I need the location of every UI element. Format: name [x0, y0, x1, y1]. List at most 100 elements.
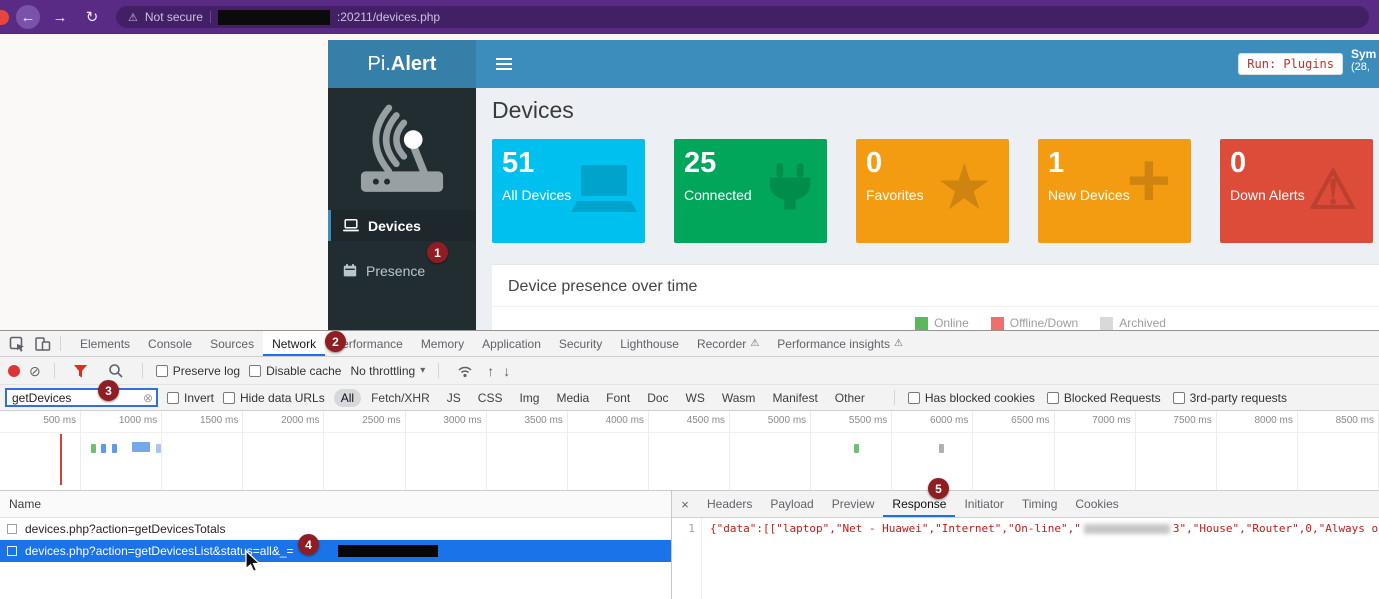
- filter-pill-fetch-xhr[interactable]: Fetch/XHR: [364, 389, 437, 407]
- filter-checkbox-blocked-requests[interactable]: Blocked Requests: [1047, 391, 1161, 405]
- devtools-tab-elements[interactable]: Elements: [71, 331, 139, 356]
- devtools-tabs: ElementsConsoleSourcesNetwork Performance…: [71, 331, 912, 356]
- timeline-activity-mark: [939, 444, 944, 453]
- app-navbar: Run: Plugins Sym (28,: [476, 40, 1379, 88]
- run-plugins-button[interactable]: Run: Plugins: [1238, 53, 1343, 75]
- invert-checkbox[interactable]: Invert: [167, 391, 214, 405]
- stat-card-new-devices[interactable]: 1 New Devices +: [1038, 139, 1191, 243]
- filter-pill-wasm[interactable]: Wasm: [715, 389, 763, 407]
- devtools-tab-security[interactable]: Security: [550, 331, 611, 356]
- timeline-activity-mark: [854, 444, 859, 453]
- sidebar-toggle-icon[interactable]: [496, 58, 512, 70]
- search-icon[interactable]: [103, 359, 129, 383]
- divider: [438, 363, 439, 378]
- legend-swatch: [1100, 317, 1113, 330]
- network-filter-input[interactable]: [12, 391, 143, 405]
- filter-pill-other[interactable]: Other: [828, 389, 872, 407]
- browser-toolbar: ← → ↻ ⚠ Not secure :20211/devices.php: [0, 0, 1379, 34]
- browser-back-button[interactable]: ←: [16, 5, 40, 29]
- devtools-tab-memory[interactable]: Memory: [412, 331, 473, 356]
- devtools-tab-performance-insights[interactable]: Performance insights⚠: [768, 331, 912, 356]
- checkbox-icon: [249, 365, 261, 377]
- request-type-icon: [7, 546, 17, 556]
- browser-reload-button[interactable]: ↻: [80, 5, 104, 29]
- sidebar-item-presence[interactable]: Presence: [328, 255, 476, 286]
- filter-pill-doc[interactable]: Doc: [640, 389, 675, 407]
- request-list-header: Name: [0, 491, 671, 518]
- inspect-element-icon[interactable]: [4, 332, 30, 356]
- router-icon: [346, 102, 458, 194]
- network-conditions-icon[interactable]: [452, 359, 478, 383]
- not-secure-icon: ⚠: [128, 11, 138, 24]
- timeline-activity-mark: [60, 434, 62, 485]
- timeline-gridline: 4000 ms: [568, 411, 649, 490]
- stat-card-connected[interactable]: 25 Connected: [674, 139, 827, 243]
- address-bar[interactable]: ⚠ Not secure :20211/devices.php: [116, 6, 1369, 28]
- details-tab-headers[interactable]: Headers: [698, 491, 761, 517]
- filter-pill-media[interactable]: Media: [549, 389, 596, 407]
- sidebar-item-devices[interactable]: Devices: [328, 210, 476, 241]
- network-overview-timeline[interactable]: 500 ms1000 ms1500 ms2000 ms2500 ms3000 m…: [0, 411, 1379, 491]
- name-column-header[interactable]: Name: [9, 497, 41, 511]
- details-tab-initiator[interactable]: Initiator: [955, 491, 1012, 517]
- timeline-activity-mark: [132, 442, 150, 452]
- stat-card-all-devices[interactable]: 51 All Devices: [492, 139, 645, 243]
- tab-label: Application: [482, 337, 541, 351]
- request-name: devices.php?action=getDevicesTotals: [25, 522, 225, 536]
- devtools-tab-sources[interactable]: Sources: [201, 331, 263, 356]
- filter-pill-img[interactable]: Img: [512, 389, 546, 407]
- tab-label: Recorder: [697, 337, 746, 351]
- details-tabs: HeadersPayloadPreviewResponseInitiatorTi…: [698, 491, 1128, 517]
- filter-pill-js[interactable]: JS: [440, 389, 468, 407]
- details-tab-timing[interactable]: Timing: [1013, 491, 1067, 517]
- filter-icon[interactable]: [68, 359, 94, 383]
- caret-down-icon: ▾: [420, 365, 425, 376]
- annotation-badge-4: 4: [298, 534, 319, 555]
- throttling-dropdown[interactable]: No throttling ▾: [350, 364, 425, 378]
- stat-card-down-alerts[interactable]: 0 Down Alerts ⚠: [1220, 139, 1373, 243]
- details-tab-payload[interactable]: Payload: [761, 491, 822, 517]
- details-tab-cookies[interactable]: Cookies: [1066, 491, 1127, 517]
- clear-icon[interactable]: ⊘: [29, 364, 41, 378]
- response-text[interactable]: {"data":[["laptop","Net - Huawei","Inter…: [702, 518, 1379, 599]
- device-toolbar-icon[interactable]: [30, 332, 56, 356]
- filter-checkbox-3rd-party-requests[interactable]: 3rd-party requests: [1173, 391, 1287, 405]
- devtools-tabbar: ElementsConsoleSourcesNetwork Performance…: [0, 331, 1379, 357]
- legend-label: Online: [934, 316, 969, 330]
- timeline-label: 6500 ms: [1011, 415, 1049, 426]
- browser-forward-button[interactable]: →: [48, 5, 72, 29]
- checkbox-label: 3rd-party requests: [1190, 391, 1287, 405]
- stat-card-favorites[interactable]: 0 Favorites ★: [856, 139, 1009, 243]
- close-details-icon[interactable]: ×: [672, 497, 698, 512]
- filter-pill-font[interactable]: Font: [599, 389, 637, 407]
- filter-pill-css[interactable]: CSS: [471, 389, 510, 407]
- devtools-tab-lighthouse[interactable]: Lighthouse: [611, 331, 688, 356]
- header-user-info[interactable]: Sym (28,: [1351, 47, 1378, 74]
- devtools-tab-network[interactable]: Network: [263, 331, 325, 356]
- devtools-tab-console[interactable]: Console: [139, 331, 201, 356]
- details-tab-preview[interactable]: Preview: [823, 491, 884, 517]
- filter-pill-manifest[interactable]: Manifest: [765, 389, 824, 407]
- presence-panel: Device presence over time OnlineOffline/…: [492, 264, 1379, 330]
- mouse-cursor: [243, 550, 261, 574]
- filter-pill-ws[interactable]: WS: [679, 389, 712, 407]
- filter-pill-all[interactable]: All: [334, 389, 361, 407]
- request-row[interactable]: devices.php?action=getDevicesTotals: [0, 518, 671, 540]
- hide-data-urls-checkbox[interactable]: Hide data URLs: [223, 391, 325, 405]
- clear-filter-icon[interactable]: ⊗: [143, 391, 153, 405]
- timeline-gridline: 8500 ms: [1298, 411, 1379, 490]
- laptop-icon: [343, 219, 359, 232]
- checkbox-icon: [223, 392, 235, 404]
- warning-triangle-icon: ⚠: [1309, 163, 1357, 217]
- query-value-redaction: [338, 545, 438, 557]
- record-button[interactable]: [8, 365, 20, 377]
- import-har-icon[interactable]: ↑: [487, 364, 494, 378]
- devtools-tab-recorder[interactable]: Recorder⚠: [688, 331, 768, 356]
- app-logo[interactable]: Pi.Alert: [328, 40, 476, 88]
- disable-cache-checkbox[interactable]: Disable cache: [249, 364, 341, 378]
- preserve-log-checkbox[interactable]: Preserve log: [156, 364, 240, 378]
- devtools-tab-application[interactable]: Application: [473, 331, 550, 356]
- request-row-selected[interactable]: devices.php?action=getDevicesList&status…: [0, 540, 671, 562]
- export-har-icon[interactable]: ↓: [503, 364, 510, 378]
- filter-checkbox-has-blocked-cookies[interactable]: Has blocked cookies: [908, 391, 1035, 405]
